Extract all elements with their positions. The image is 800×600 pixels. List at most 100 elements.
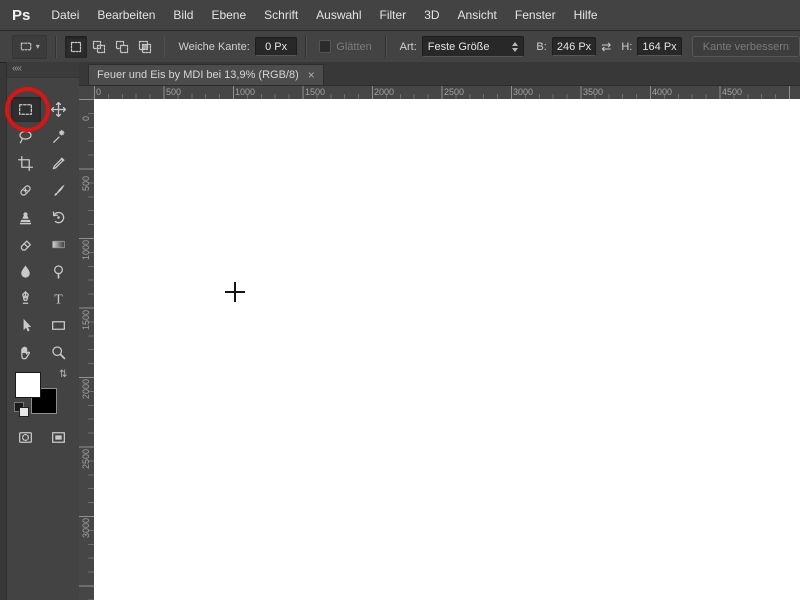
width-label: B:	[536, 40, 547, 53]
new-selection-icon	[70, 41, 81, 52]
photoshop-window: Ps Datei Bearbeiten Bild Ebene Schrift A…	[0, 0, 800, 600]
history-brush-icon	[52, 211, 65, 224]
tool-clone-stamp[interactable]	[11, 205, 41, 230]
toolbar-extras	[9, 424, 77, 450]
intersect-selection-button[interactable]	[134, 36, 156, 58]
ruler-label: 4500	[722, 87, 743, 97]
tool-gradient[interactable]	[44, 232, 74, 257]
screen-mode-button[interactable]	[44, 425, 74, 450]
collapse-arrows-icon: ««	[12, 63, 22, 74]
ruler-label: 1000	[235, 87, 256, 97]
eyedropper-icon	[52, 157, 65, 170]
ruler-label: 4000	[652, 87, 673, 97]
tool-path-selection[interactable]	[11, 313, 41, 338]
screen-mode-icon	[52, 431, 65, 443]
tool-rectangle-shape[interactable]	[44, 313, 74, 338]
tool-pen[interactable]	[11, 286, 41, 311]
tool-dodge[interactable]	[44, 259, 74, 284]
feather-input[interactable]: 0 Px	[254, 37, 298, 56]
tool-eraser[interactable]	[11, 232, 41, 257]
chevron-down-icon: ▾	[35, 42, 40, 51]
tool-blur[interactable]	[11, 259, 41, 284]
menu-auswahl[interactable]: Auswahl	[307, 0, 370, 30]
document-tab-title: Feuer und Eis by MDI bei 13,9% (RGB/8)	[97, 69, 299, 81]
separator	[305, 35, 308, 58]
menu-3d[interactable]: 3D	[415, 0, 448, 30]
blur-drop-icon	[21, 265, 30, 278]
height-label: H:	[621, 40, 633, 53]
ruler-label: 2500	[444, 87, 465, 97]
ruler-label: 1500	[305, 87, 326, 97]
menu-ansicht[interactable]: Ansicht	[449, 0, 506, 30]
document-canvas[interactable]	[94, 99, 800, 600]
new-selection-button[interactable]	[64, 35, 87, 58]
app-logo: Ps	[12, 6, 31, 24]
subtract-from-selection-button[interactable]	[111, 36, 133, 58]
panel-collapse-button[interactable]: ««	[7, 62, 79, 78]
menu-ebene[interactable]: Ebene	[202, 0, 255, 30]
ruler-label: 2000	[374, 87, 395, 97]
menu-schrift[interactable]: Schrift	[255, 0, 307, 30]
ruler-label: 0	[81, 115, 91, 121]
tool-move[interactable]	[44, 97, 74, 122]
gradient-icon	[52, 240, 65, 249]
brush-icon	[54, 184, 65, 196]
ruler-label: 3000	[513, 87, 534, 97]
path-selection-arrow-icon	[23, 318, 32, 332]
menu-fenster[interactable]: Fenster	[506, 0, 565, 30]
foreground-color-swatch[interactable]	[15, 372, 41, 398]
dodge-icon	[54, 265, 63, 279]
default-colors-icon[interactable]	[19, 407, 29, 417]
antialias-checkbox	[319, 40, 332, 53]
tool-type[interactable]: T	[44, 286, 74, 311]
document-tab[interactable]: Feuer und Eis by MDI bei 13,9% (RGB/8) ×	[88, 64, 324, 85]
style-label: Art:	[399, 40, 417, 53]
menu-datei[interactable]: Datei	[42, 0, 88, 30]
width-input[interactable]: 246 Px	[551, 37, 597, 56]
menu-hilfe[interactable]: Hilfe	[565, 0, 607, 30]
subtract-selection-icon	[115, 40, 128, 53]
tool-hand[interactable]	[11, 340, 41, 365]
tool-lasso[interactable]	[11, 124, 41, 149]
swap-colors-icon[interactable]: ⇅	[59, 370, 67, 380]
tool-rectangular-marquee[interactable]	[10, 97, 41, 122]
style-select[interactable]: Feste Größe	[421, 36, 525, 57]
tool-healing-brush[interactable]	[11, 178, 41, 203]
menu-filter[interactable]: Filter	[371, 0, 416, 30]
separator	[54, 35, 57, 58]
tool-history-brush[interactable]	[44, 205, 74, 230]
tool-crop[interactable]	[11, 151, 41, 176]
tool-zoom[interactable]	[44, 340, 74, 365]
ruler-label: 2000	[81, 378, 91, 399]
feather-label: Weiche Kante:	[178, 40, 250, 53]
intersect-selection-icon	[138, 40, 151, 53]
tool-preset-dropdown[interactable]: ▾	[12, 34, 47, 59]
swap-dimensions-icon[interactable]: ⇄	[601, 40, 611, 54]
spinner-arrows-icon	[512, 41, 519, 52]
separator	[384, 35, 387, 58]
vertical-ruler[interactable]: 0 500 1000 1500 2000 2500 3000	[79, 99, 95, 600]
add-to-selection-button[interactable]	[88, 36, 110, 58]
ruler-label: 3000	[81, 517, 91, 538]
menu-bild[interactable]: Bild	[164, 0, 202, 30]
menubar: Ps Datei Bearbeiten Bild Ebene Schrift A…	[0, 0, 800, 31]
hand-icon	[21, 346, 30, 360]
ruler-label: 0	[96, 87, 102, 97]
crosshair-cursor-icon	[234, 282, 236, 302]
options-bar: ▾ Weiche Kante: 0 Px Glätten Art: Feste …	[0, 31, 800, 63]
tool-brush[interactable]	[44, 178, 74, 203]
quick-mask-mode-button[interactable]	[11, 425, 41, 450]
pen-icon	[22, 291, 29, 304]
ruler-label: 500	[81, 175, 91, 191]
zoom-magnifier-icon	[52, 346, 66, 360]
tools-panel: «« T ⇅	[6, 62, 80, 600]
height-input[interactable]: 164 Px	[637, 37, 682, 56]
ruler-label: 1000	[81, 239, 91, 260]
svg-text:T: T	[54, 291, 63, 306]
close-tab-icon[interactable]: ×	[308, 69, 315, 81]
tool-eyedropper[interactable]	[44, 151, 74, 176]
rectangle-shape-icon	[52, 321, 65, 330]
add-selection-icon	[92, 40, 105, 53]
menu-bearbeiten[interactable]: Bearbeiten	[88, 0, 164, 30]
tool-magic-wand[interactable]	[44, 124, 74, 149]
